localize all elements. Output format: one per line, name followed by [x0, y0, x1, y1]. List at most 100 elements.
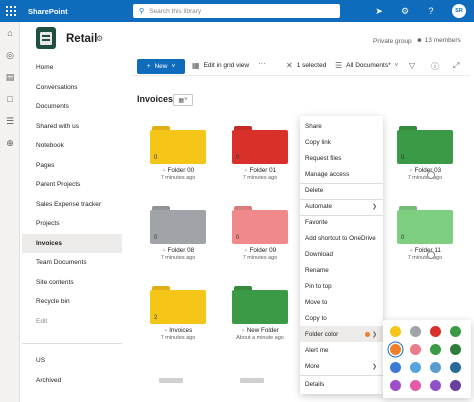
folder-tile[interactable]: 2 ✧ Invoices 7 minutes ago	[150, 286, 206, 341]
library-view-switch[interactable]: ▦ ˅	[173, 94, 193, 106]
nav-item-edit[interactable]: Edit	[22, 312, 122, 332]
color-swatch[interactable]	[390, 362, 401, 373]
color-swatch[interactable]	[410, 380, 421, 391]
select-checkbox[interactable]	[427, 251, 435, 259]
folder-tile[interactable]: 0 ✧ Folder 01 7 minutes ago	[232, 126, 288, 181]
menu-item-copy-link[interactable]: Copy link	[300, 134, 383, 150]
folder-icon[interactable]: 0	[150, 206, 206, 244]
color-swatch[interactable]	[450, 362, 461, 373]
new-button[interactable]: + New ˅	[137, 59, 185, 74]
filter-icon[interactable]: ▽	[409, 61, 415, 70]
search-input[interactable]: ⚲ Search this library	[133, 4, 340, 18]
nav-item-us[interactable]: US	[22, 351, 122, 371]
nav-item-archived[interactable]: Archived	[22, 371, 122, 391]
folder-name[interactable]: ✧ Folder 03	[397, 167, 453, 174]
news-icon[interactable]: ▤	[4, 71, 16, 83]
nav-item-documents[interactable]: Documents	[22, 97, 122, 117]
files-icon[interactable]: □	[4, 93, 16, 105]
nav-item-invoices[interactable]: Invoices	[22, 233, 122, 253]
app-name[interactable]: SharePoint	[28, 7, 68, 16]
folder-tile[interactable]: 0 ✧ Folder 00 7 minutes ago	[150, 126, 206, 181]
add-icon[interactable]: ⊕	[4, 137, 16, 149]
clear-selection-button[interactable]: ✕ 1 selected	[286, 61, 326, 70]
menu-item-share[interactable]: Share	[300, 118, 383, 134]
menu-item-move-to[interactable]: Move to	[300, 294, 383, 310]
nav-item-team-documents[interactable]: Team Documents	[22, 253, 122, 273]
megaphone-icon[interactable]: ➤	[372, 4, 386, 18]
color-swatch[interactable]	[410, 362, 421, 373]
color-swatch[interactable]	[390, 344, 401, 355]
folder-name[interactable]: ✧ Folder 01	[232, 167, 288, 174]
color-swatch[interactable]	[430, 362, 441, 373]
menu-item-copy-to[interactable]: Copy to	[300, 310, 383, 326]
folder-icon[interactable]: 0	[397, 126, 453, 164]
menu-item-alert-me[interactable]: Alert me	[300, 342, 383, 358]
color-swatch[interactable]	[430, 344, 441, 355]
nav-item-notebook[interactable]: Notebook	[22, 136, 122, 156]
folder-name[interactable]: ✧ Folder 08	[150, 247, 206, 254]
app-launcher-icon[interactable]	[0, 0, 22, 22]
select-checkbox[interactable]	[427, 171, 435, 179]
nav-item-sales-expense[interactable]: Sales Expense tracker	[22, 195, 122, 215]
info-icon[interactable]: ⓘ	[431, 61, 439, 72]
color-swatch[interactable]	[430, 380, 441, 391]
folder-name[interactable]: ✧ Folder 09	[232, 247, 288, 254]
color-swatch[interactable]	[450, 380, 461, 391]
color-swatch[interactable]	[390, 326, 401, 337]
menu-item-add-shortcut[interactable]: Add shortcut to OneDrive	[300, 230, 383, 246]
home-icon[interactable]: ⌂	[4, 27, 16, 39]
more-commands-button[interactable]: ···	[258, 59, 266, 68]
expand-icon[interactable]: ⤢	[453, 61, 459, 71]
color-swatch[interactable]	[450, 326, 461, 337]
folder-tile[interactable]: ✧ New Folder About a minute ago	[232, 286, 288, 341]
menu-item-more[interactable]: More ❯	[300, 358, 383, 374]
color-swatch[interactable]	[390, 380, 401, 391]
nav-item-conversations[interactable]: Conversations	[22, 78, 122, 98]
folder-tile[interactable]: 0 ✧ Folder 03 7 minutes ago	[397, 126, 453, 181]
members-link[interactable]: ☻ 13 members	[416, 37, 461, 44]
nav-item-shared[interactable]: Shared with us	[22, 117, 122, 137]
menu-item-details[interactable]: Details	[300, 376, 383, 392]
folder-tile[interactable]: 0 ✧ Folder 09 7 minutes ago	[232, 206, 288, 261]
avatar[interactable]: SR	[452, 4, 466, 18]
folder-icon[interactable]: 0	[397, 206, 453, 244]
site-logo[interactable]	[36, 27, 56, 49]
folder-icon[interactable]: 0	[232, 206, 288, 244]
grid-view-button[interactable]: ▦ Edit in grid view	[192, 61, 249, 70]
menu-item-pin-to-top[interactable]: Pin to top	[300, 278, 383, 294]
menu-item-automate[interactable]: Automate ❯	[300, 198, 383, 214]
menu-item-delete[interactable]: Delete	[300, 182, 383, 198]
folder-icon[interactable]	[232, 286, 288, 324]
nav-item-site-contents[interactable]: Site contents	[22, 273, 122, 293]
gear-icon[interactable]: ⚙	[398, 4, 412, 18]
view-selector[interactable]: ☰ All Documents* ˅	[335, 61, 398, 70]
folder-icon[interactable]: 0	[232, 126, 288, 164]
menu-item-request-files[interactable]: Request files	[300, 150, 383, 166]
site-title[interactable]: Retail	[66, 33, 97, 45]
folder-tile[interactable]: 0 ✧ Folder 11 7 minutes ago	[397, 206, 453, 261]
folder-name[interactable]: ✧ Invoices	[150, 327, 206, 334]
globe-icon[interactable]: ◎	[4, 49, 16, 61]
nav-item-home[interactable]: Home	[22, 58, 122, 78]
nav-item-projects[interactable]: Projects	[22, 214, 122, 234]
help-icon[interactable]: ?	[424, 4, 438, 18]
lists-icon[interactable]: ☰	[4, 115, 16, 127]
menu-item-manage-access[interactable]: Manage access	[300, 166, 383, 182]
folder-tile[interactable]: 0 ✧ Folder 08 7 minutes ago	[150, 206, 206, 261]
folder-icon[interactable]: 0	[150, 126, 206, 164]
nav-item-recycle-bin[interactable]: Recycle bin	[22, 292, 122, 312]
folder-name[interactable]: ✧ Folder 11	[397, 247, 453, 254]
menu-item-download[interactable]: Download	[300, 246, 383, 262]
folder-name[interactable]: ✧ New Folder	[232, 327, 288, 334]
color-swatch[interactable]	[450, 344, 461, 355]
color-swatch[interactable]	[410, 326, 421, 337]
folder-name[interactable]: ✧ Folder 00	[150, 167, 206, 174]
color-swatch[interactable]	[430, 326, 441, 337]
nav-item-pages[interactable]: Pages	[22, 156, 122, 176]
folder-icon[interactable]: 2	[150, 286, 206, 324]
nav-item-parent-projects[interactable]: Parent Projects	[22, 175, 122, 195]
menu-item-rename[interactable]: Rename	[300, 262, 383, 278]
menu-item-folder-color[interactable]: Folder color ❯	[300, 326, 383, 342]
color-swatch[interactable]	[410, 344, 421, 355]
menu-item-favorite[interactable]: Favorite	[300, 214, 383, 230]
